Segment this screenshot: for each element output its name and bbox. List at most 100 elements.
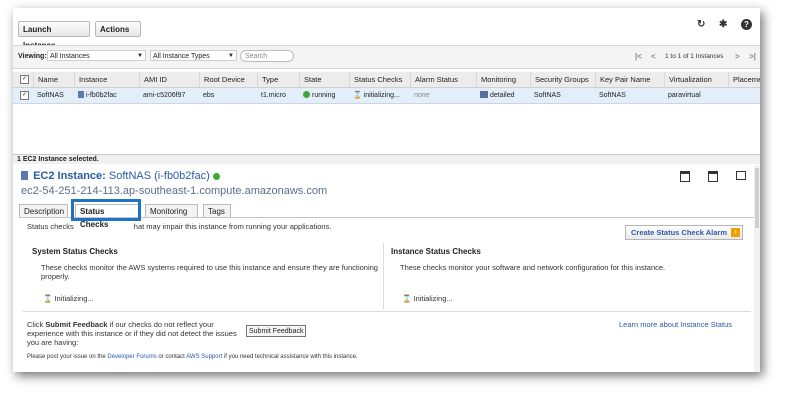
column-header-monitoring[interactable]: Monitoring <box>476 72 530 87</box>
instance-status-text-value: Initializing... <box>413 294 453 303</box>
actions-label: Actions <box>100 25 130 34</box>
status-checks-intro: Status checks hat may impair this instan… <box>27 222 331 231</box>
instance-title-prefix: EC2 Instance: <box>33 170 106 182</box>
dropdown-arrow-icon: ▼ <box>228 53 234 59</box>
instances-table-header: ✓ Name Instance AMI ID Root Device Type … <box>13 72 760 88</box>
instances-filter-value: All Instances <box>50 53 90 60</box>
column-header-ami-id[interactable]: AMI ID <box>139 72 199 87</box>
tab-description[interactable]: Description <box>19 204 68 217</box>
instance-title: EC2 Instance: SoftNAS (i-fb0b2fac) <box>21 170 222 182</box>
select-all-checkbox[interactable]: ✓ <box>20 75 29 84</box>
column-header-status-checks[interactable]: Status Checks <box>349 72 410 87</box>
column-header-type[interactable]: Type <box>257 72 299 87</box>
column-header-state[interactable]: State <box>299 72 349 87</box>
aws-support-link[interactable]: AWS Support <box>186 354 222 360</box>
selection-status: 1 EC2 Instance selected. <box>13 154 760 164</box>
create-status-check-alarm-button[interactable]: Create Status Check Alarm › <box>625 225 743 240</box>
detail-scrollbar[interactable] <box>754 165 760 372</box>
cell-root-device: ebs <box>203 92 215 99</box>
cell-instance-text: i-fb0b2fac <box>86 92 117 99</box>
intro-text-a: Status checks <box>27 222 74 231</box>
intro-text-b: hat may impair this instance from runnin… <box>133 222 332 231</box>
help-icon[interactable]: ? <box>741 19 752 30</box>
support-note-a: Please post your issue on the <box>27 354 106 360</box>
filter-bar: Viewing: All Instances ▼ All Instance Ty… <box>13 45 760 69</box>
highlight-box <box>71 199 141 221</box>
search-input[interactable]: Search <box>240 50 294 62</box>
search-placeholder: Search <box>245 53 268 60</box>
system-status-value: ⌛ Initializing... <box>43 294 94 303</box>
column-header-instance[interactable]: Instance <box>74 72 141 87</box>
instance-status-text: These checks monitor your software and n… <box>400 263 666 272</box>
cell-type: t1.micro <box>261 92 286 99</box>
pager-text: 1 to 1 of 1 Instances <box>665 53 724 60</box>
instances-filter-select[interactable]: All Instances ▼ <box>47 50 146 61</box>
actions-button[interactable]: Actions ⌄ <box>95 21 141 50</box>
panel-middle-icon[interactable] <box>708 171 718 182</box>
panel-bottom-icon[interactable] <box>680 171 690 182</box>
instance-detail-panel: EC2 Instance: SoftNAS (i-fb0b2fac) ec2-5… <box>13 165 760 372</box>
prev-page-icon[interactable]: < <box>651 52 656 61</box>
refresh-icon[interactable]: ↻ <box>697 19 705 30</box>
column-header-alarm-status[interactable]: Alarm Status <box>410 72 476 87</box>
instance-status-heading: Instance Status Checks <box>391 247 481 256</box>
submit-feedback-button[interactable]: Submit Feedback <box>246 325 307 337</box>
cell-key-pair: SoftNAS <box>599 92 626 99</box>
running-status-icon <box>212 173 220 180</box>
column-header-key-pair[interactable]: Key Pair Name <box>595 72 664 87</box>
section-divider <box>23 311 751 312</box>
cell-state-text: running <box>312 92 336 99</box>
cell-name: SoftNAS <box>37 92 64 99</box>
system-status-text: These checks monitor the AWS systems req… <box>41 263 378 281</box>
learn-more-link[interactable]: Learn more about Instance Status <box>619 320 732 329</box>
column-header-root-device[interactable]: Root Device <box>199 72 257 87</box>
table-row[interactable]: ✓ SoftNAS i-fb0b2fac ami-c5206f97 ebs t1… <box>13 88 760 104</box>
column-divider <box>383 243 384 309</box>
first-page-icon[interactable]: |< <box>635 52 642 61</box>
tab-monitoring[interactable]: Monitoring <box>145 204 198 217</box>
feedback-text: Click Submit Feedback if our checks do n… <box>27 320 242 347</box>
column-header-virtualization[interactable]: Virtualization <box>664 72 728 87</box>
last-page-icon[interactable]: >| <box>749 52 756 61</box>
system-status-text-value: Initializing... <box>54 294 94 303</box>
developer-forums-link[interactable]: Developer Forums <box>107 354 156 360</box>
column-header-name[interactable]: Name <box>33 72 74 87</box>
cell-status-checks: ⌛ initializing... <box>349 88 410 103</box>
create-alarm-label: Create Status Check Alarm <box>631 228 728 237</box>
cell-security-groups: SoftNAS <box>534 92 561 99</box>
cell-monitoring: detailed <box>476 88 530 103</box>
instance-types-select[interactable]: All Instance Types ▼ <box>150 50 237 61</box>
instance-status-value: ⌛ Initializing... <box>402 294 453 303</box>
top-toolbar: Launch Instance Actions ⌄ ↻ ✱ ? <box>13 8 760 50</box>
gear-icon[interactable]: ✱ <box>719 19 727 30</box>
tab-tags[interactable]: Tags <box>203 204 231 217</box>
feedback-click: Click <box>27 320 44 329</box>
instance-title-value: SoftNAS (i-fb0b2fac) <box>108 170 210 182</box>
next-page-icon[interactable]: > <box>735 52 740 61</box>
instance-icon <box>21 171 28 180</box>
launch-instance-button[interactable]: Launch Instance <box>18 21 90 50</box>
row-checkbox[interactable]: ✓ <box>20 91 29 100</box>
public-dns: ec2-54-251-214-113.ap-southeast-1.comput… <box>21 185 328 197</box>
cell-monitoring-text: detailed <box>490 92 515 99</box>
arrow-right-icon: › <box>731 228 740 237</box>
hourglass-icon: ⌛ <box>43 294 53 303</box>
feedback-bold: Submit Feedback <box>45 320 108 329</box>
monitoring-icon <box>480 91 488 98</box>
support-note: Please post your issue on the Developer … <box>27 353 358 361</box>
hourglass-icon: ⌛ <box>353 92 362 99</box>
cell-alarm-status: none <box>414 92 430 99</box>
hourglass-icon: ⌛ <box>402 294 412 303</box>
panel-maximize-icon[interactable] <box>736 171 746 180</box>
cell-state: running <box>299 88 349 103</box>
running-status-icon <box>303 91 310 98</box>
column-header-security-groups[interactable]: Security Groups <box>530 72 595 87</box>
instance-types-value: All Instance Types <box>153 53 210 60</box>
column-header-placement[interactable]: Placeme <box>728 72 760 87</box>
cell-ami-id: ami-c5206f97 <box>143 92 186 99</box>
cell-instance: i-fb0b2fac <box>74 88 139 103</box>
ec2-console-window: Launch Instance Actions ⌄ ↻ ✱ ? Viewing:… <box>13 8 760 372</box>
scrollbar-thumb[interactable] <box>755 168 759 228</box>
support-note-b: or contact <box>158 354 185 360</box>
viewing-label: Viewing: <box>18 53 47 60</box>
